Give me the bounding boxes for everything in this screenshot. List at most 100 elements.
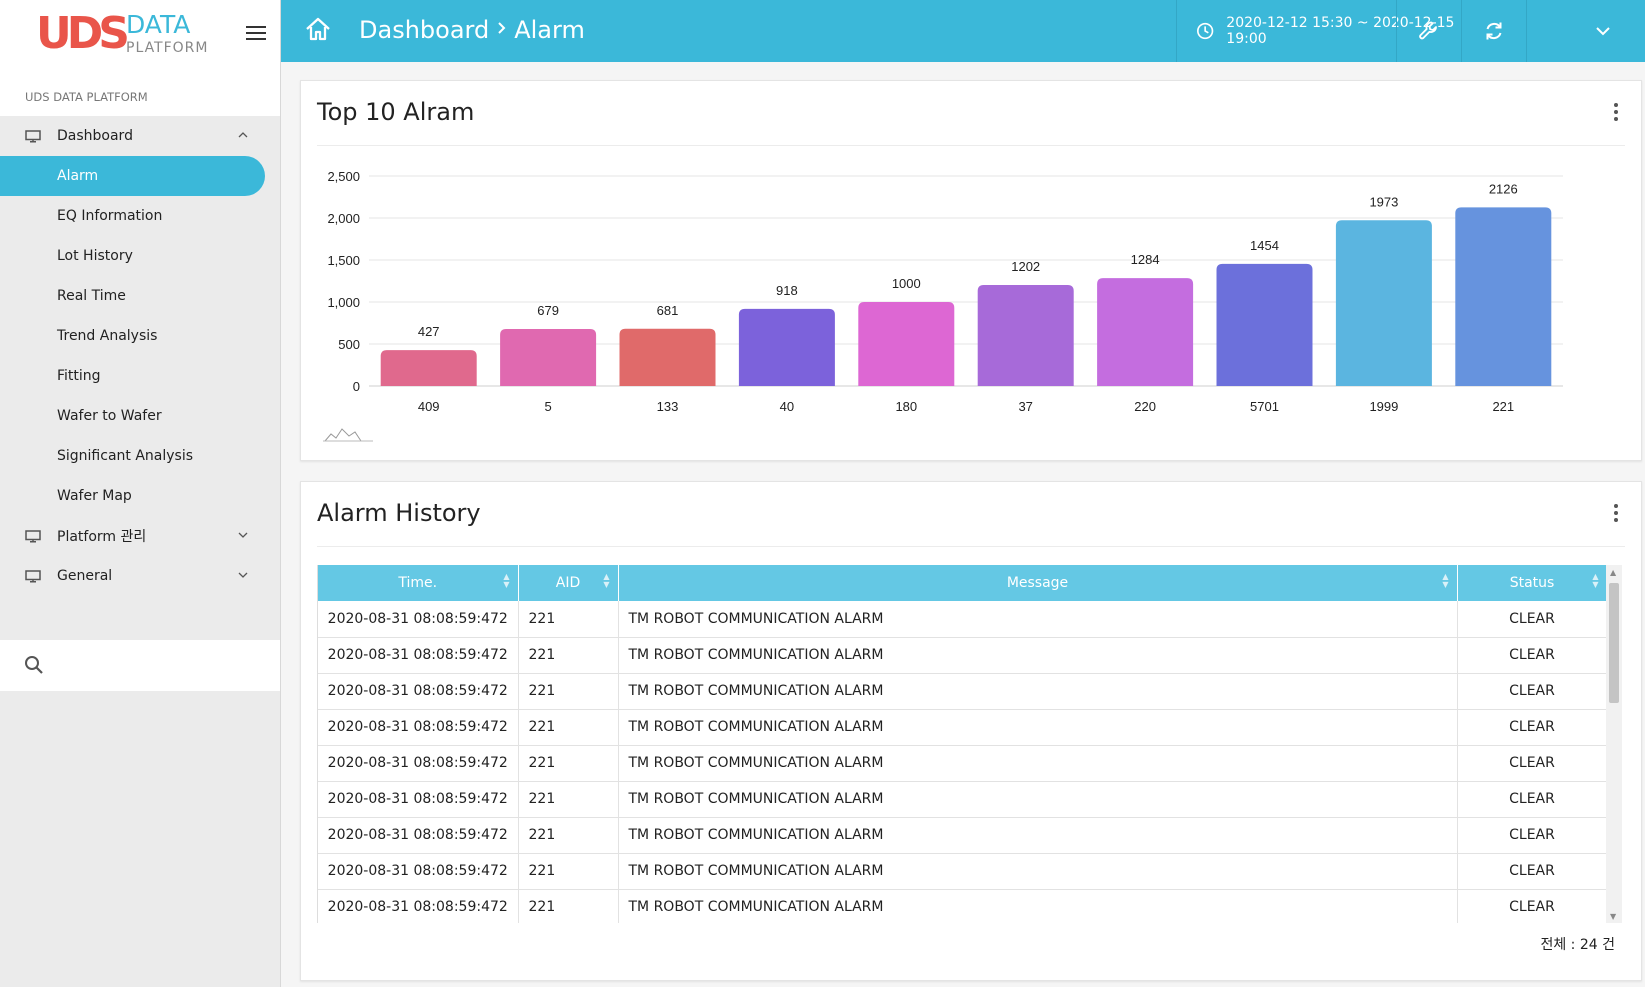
sidebar-item-eq-information[interactable]: EQ Information (0, 196, 280, 236)
bar[interactable] (738, 308, 835, 386)
scroll-up-icon[interactable]: ▲ (1610, 568, 1616, 577)
scroll-down-icon[interactable]: ▼ (1610, 912, 1616, 921)
bar-value-label: 1000 (892, 276, 921, 291)
bar[interactable] (858, 302, 955, 386)
card-title: Alarm History (317, 499, 481, 527)
y-tick-label: 0 (353, 379, 360, 394)
cell-message: TM ROBOT COMMUNICATION ALARM (618, 817, 1458, 854)
bar-chart: 0 500 1,000 1,500 2,000 2,500 427 409 679 5 681 133… (323, 169, 1563, 442)
cell-aid: 221 (518, 889, 619, 923)
monitor-icon (25, 130, 41, 143)
column-header-status[interactable]: Status ▲ ▼ (1457, 565, 1606, 601)
breadcrumb: Dashboard Alarm (359, 15, 585, 45)
bar[interactable] (1097, 278, 1194, 386)
sidebar-group-dashboard[interactable]: Dashboard (0, 116, 280, 156)
scrollbar-thumb[interactable] (1609, 583, 1619, 703)
cell-message: TM ROBOT COMMUNICATION ALARM (618, 853, 1458, 890)
cell-message: TM ROBOT COMMUNICATION ALARM (618, 673, 1458, 710)
sidebar-item-trend-analysis[interactable]: Trend Analysis (0, 316, 280, 356)
sidebar-group-platform[interactable]: Platform 관리 (0, 516, 280, 556)
sidebar-group-general[interactable]: General (0, 556, 280, 596)
chevron-down-icon (238, 570, 248, 581)
search-input[interactable] (52, 653, 262, 679)
bar[interactable] (380, 350, 477, 386)
table-row[interactable]: 2020-08-31 08:08:59:472 221 TM ROBOT COMMU… (318, 673, 1606, 710)
sidebar-search (0, 641, 280, 691)
refresh-button[interactable] (1461, 0, 1526, 62)
column-header-time[interactable]: Time. ▲ ▼ (318, 565, 519, 601)
sidebar-item-significant-analysis[interactable]: Significant Analysis (0, 436, 280, 476)
x-tick-label: 133 (657, 399, 679, 414)
column-header-message[interactable]: Message ▲ ▼ (618, 565, 1458, 601)
cell-message: TM ROBOT COMMUNICATION ALARM (618, 745, 1458, 782)
table-row[interactable]: 2020-08-31 08:08:59:472 221 TM ROBOT COMMU… (318, 853, 1606, 890)
bar[interactable] (619, 328, 716, 386)
cell-aid: 221 (518, 673, 619, 710)
header-dropdown-button[interactable] (1526, 0, 1645, 62)
chevron-down-icon (238, 530, 248, 541)
column-header-aid[interactable]: AID ▲ ▼ (518, 565, 619, 601)
sidebar-group-label: General (57, 568, 113, 584)
y-tick-label: 2,000 (327, 211, 360, 226)
settings-button[interactable] (1396, 0, 1461, 62)
table-row[interactable]: 2020-08-31 08:08:59:472 221 TM ROBOT COMMU… (318, 889, 1606, 923)
cell-message: TM ROBOT COMMUNICATION ALARM (618, 601, 1458, 638)
bar[interactable] (1216, 263, 1313, 386)
sort-icon: ▲ ▼ (1592, 572, 1599, 589)
logo-platform-text: PLATFORM (126, 40, 209, 56)
chart-zoom-icon[interactable] (323, 428, 373, 442)
logo[interactable]: UDS DATA PLATFORM (36, 8, 209, 59)
chevron-down-icon (1596, 26, 1610, 35)
clock-icon (1197, 22, 1214, 40)
logo-uds-text: UDS (36, 8, 130, 59)
sidebar-item-wafer-to-wafer[interactable]: Wafer to Wafer (0, 396, 280, 436)
bar-value-label: 427 (418, 324, 440, 339)
cell-status: CLEAR (1457, 889, 1606, 923)
sidebar-item-real-time[interactable]: Real Time (0, 276, 280, 316)
y-tick-label: 500 (338, 337, 360, 352)
cell-aid: 221 (518, 601, 619, 638)
chevron-up-icon (238, 130, 248, 141)
sidebar-item-fitting[interactable]: Fitting (0, 356, 280, 396)
breadcrumb-dashboard[interactable]: Dashboard (359, 15, 489, 45)
y-tick-label: 1,000 (327, 295, 360, 310)
breadcrumb-alarm: Alarm (514, 16, 585, 44)
cell-aid: 221 (518, 637, 619, 674)
search-icon[interactable] (24, 655, 44, 679)
bar[interactable] (977, 285, 1074, 386)
x-tick-label: 37 (1018, 399, 1032, 414)
x-tick-label: 5701 (1250, 399, 1279, 414)
sidebar-item-lot-history[interactable]: Lot History (0, 236, 280, 276)
sort-icon: ▲ ▼ (503, 572, 510, 589)
card-divider (317, 546, 1625, 547)
chevron-right-icon (497, 15, 506, 45)
table-row[interactable]: 2020-08-31 08:08:59:472 221 TM ROBOT COMMU… (318, 781, 1606, 818)
table-scrollbar[interactable]: ▲ ▼ (1606, 565, 1622, 923)
table-row[interactable]: 2020-08-31 08:08:59:472 221 TM ROBOT COMMU… (318, 709, 1606, 746)
table-row[interactable]: 2020-08-31 08:08:59:472 221 TM ROBOT COMMU… (318, 745, 1606, 782)
home-icon[interactable] (304, 16, 332, 46)
monitor-icon (25, 570, 41, 583)
table-row[interactable]: 2020-08-31 08:08:59:472 221 TM ROBOT COMMU… (318, 817, 1606, 854)
bar-value-label: 1202 (1011, 259, 1040, 274)
y-tick-label: 2,500 (327, 169, 360, 184)
bar[interactable] (1335, 220, 1432, 386)
more-vertical-icon[interactable] (1613, 504, 1619, 522)
bar[interactable] (500, 328, 597, 386)
table-row[interactable]: 2020-08-31 08:08:59:472 221 TM ROBOT COMMU… (318, 601, 1606, 638)
table-row[interactable]: 2020-08-31 08:08:59:472 221 TM ROBOT COMMU… (318, 637, 1606, 674)
cell-message: TM ROBOT COMMUNICATION ALARM (618, 637, 1458, 674)
table-header-row: Time. ▲ ▼ AID ▲ ▼ Message ▲ ▼ Status ▲ ▼ (318, 565, 1606, 601)
cell-message: TM ROBOT COMMUNICATION ALARM (618, 781, 1458, 818)
cell-message: TM ROBOT COMMUNICATION ALARM (618, 709, 1458, 746)
cell-aid: 221 (518, 853, 619, 890)
wrench-icon (1419, 21, 1437, 40)
sidebar-item-alarm[interactable]: Alarm (0, 156, 265, 196)
top10-alarm-card: Top 10 Alram 0 500 1,000 1,500 2,000 2,500 427… (300, 80, 1642, 461)
hamburger-menu-icon[interactable] (246, 26, 266, 42)
x-tick-label: 1999 (1369, 399, 1398, 414)
bar[interactable] (1455, 207, 1552, 386)
sidebar-item-wafer-map[interactable]: Wafer Map (0, 476, 280, 516)
sort-icon: ▲ ▼ (1442, 572, 1449, 589)
cell-status: CLEAR (1457, 781, 1606, 818)
